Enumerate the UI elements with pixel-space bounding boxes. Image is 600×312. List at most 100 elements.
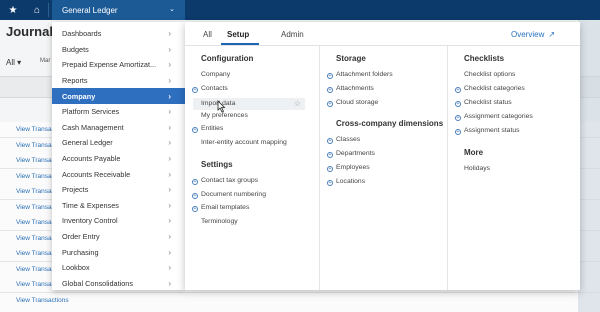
more-label: Holidays <box>464 165 491 172</box>
configuration-link[interactable]: Company <box>201 71 230 78</box>
section-title-cross-company-dimensions: Cross-company dimensions <box>336 119 444 128</box>
menu-item[interactable]: Company › <box>52 88 185 104</box>
application-menu-button[interactable]: General Ledger ⌄ <box>52 0 185 20</box>
menu-item[interactable]: Global Consolidations › <box>52 276 185 290</box>
add-circle-icon[interactable]: + <box>192 192 198 199</box>
menu-item-label: Time & Expenses <box>62 200 119 210</box>
dimension-link[interactable]: + Departments <box>327 150 375 158</box>
chevron-right-icon: › <box>168 60 171 70</box>
menu-item[interactable]: Dashboards › <box>52 26 185 42</box>
favorite-star-icon[interactable]: ☆ <box>294 98 301 110</box>
star-icon[interactable]: ★ <box>2 0 24 20</box>
configuration-link[interactable]: Import data ☆ <box>193 98 305 111</box>
chevron-right-icon: › <box>168 107 171 117</box>
add-circle-icon[interactable]: + <box>192 179 198 185</box>
settings-link[interactable]: + Email templates <box>192 204 250 213</box>
menu-item[interactable]: Projects › <box>52 182 185 198</box>
storage-link[interactable]: + Cloud storage <box>327 99 378 107</box>
chevron-right-icon: › <box>168 169 171 179</box>
settings-label: Contact tax groups <box>201 177 259 184</box>
menu-item[interactable]: Inventory Control › <box>52 213 185 229</box>
add-circle-icon[interactable]: + <box>455 129 461 135</box>
dimension-label: Employees <box>336 164 370 171</box>
dimension-link[interactable]: + Locations <box>327 178 365 186</box>
add-circle-icon[interactable]: + <box>327 73 333 79</box>
add-circle-icon[interactable]: + <box>327 166 333 172</box>
checklist-link[interactable]: + Assignment categories <box>455 113 533 121</box>
menu-item[interactable]: Platform Services › <box>52 104 185 120</box>
checklist-link[interactable]: + Checklist categories <box>455 85 525 93</box>
menu-item[interactable]: Accounts Receivable › <box>52 166 185 182</box>
configuration-label: Entities <box>201 125 224 133</box>
add-circle-icon[interactable]: + <box>327 152 333 158</box>
menu-item[interactable]: Cash Management › <box>52 120 185 136</box>
menu-item[interactable]: Time & Expenses › <box>52 198 185 214</box>
settings-link[interactable]: + Contact tax groups <box>192 177 259 185</box>
add-circle-icon[interactable]: + <box>327 138 333 144</box>
add-circle-icon[interactable]: + <box>455 115 461 121</box>
menu-item[interactable]: Budgets › <box>52 42 185 58</box>
checklist-label: Assignment status <box>464 127 520 134</box>
more-link[interactable]: Holidays <box>464 165 490 172</box>
section-title-more: More <box>464 148 484 157</box>
menu-item[interactable]: Purchasing › <box>52 244 185 260</box>
tab-setup[interactable]: Setup <box>227 30 249 39</box>
chevron-right-icon: › <box>168 138 171 148</box>
menu-item[interactable]: Accounts Payable › <box>52 151 185 167</box>
menu-item-label: Global Consolidations <box>62 278 133 288</box>
tab-all[interactable]: All <box>203 30 212 39</box>
chevron-right-icon: › <box>168 200 171 210</box>
external-link-icon: ↗ <box>548 30 556 39</box>
settings-link[interactable]: Terminology <box>201 218 238 225</box>
add-circle-icon[interactable]: + <box>327 101 333 107</box>
menu-item[interactable]: Prepaid Expense Amortizat... › <box>52 57 185 73</box>
menu-item-label: Dashboards <box>62 29 102 39</box>
home-icon[interactable]: ⌂ <box>26 0 48 20</box>
active-tab-indicator <box>221 43 259 45</box>
chevron-right-icon: › <box>168 247 171 257</box>
menu-item[interactable]: Order Entry › <box>52 229 185 245</box>
chevron-right-icon: › <box>168 263 171 273</box>
filter-all-dropdown[interactable]: All ▾ <box>6 58 21 67</box>
add-circle-icon[interactable]: + <box>192 206 198 213</box>
top-navigation-bar: ★ ⌂ General Ledger ⌄ <box>0 0 600 20</box>
configuration-link[interactable]: + Contacts <box>192 85 228 93</box>
dimension-link[interactable]: + Classes <box>327 136 360 144</box>
column-checklists: Checklists Checklist options + Checklist c… <box>447 46 580 290</box>
settings-label: Email templates <box>201 204 250 212</box>
overview-link[interactable]: Overview ↗ <box>511 30 555 39</box>
add-circle-icon[interactable]: + <box>455 101 461 107</box>
dimension-label: Departments <box>336 150 375 157</box>
checklist-link[interactable]: Checklist options <box>464 71 515 78</box>
chevron-right-icon: › <box>168 91 171 101</box>
dimension-link[interactable]: + Employees <box>327 164 370 172</box>
view-transactions-link[interactable]: View Transactions <box>16 297 69 304</box>
background-right-panel <box>578 20 600 312</box>
configuration-link[interactable]: Inter-entity account mapping <box>201 139 287 146</box>
menu-item[interactable]: Reports › <box>52 73 185 89</box>
add-circle-icon[interactable]: + <box>455 87 461 93</box>
chevron-right-icon: › <box>168 122 171 132</box>
overview-label: Overview <box>511 30 545 39</box>
panel-tabs: All Setup Admin Overview ↗ <box>185 22 580 46</box>
checklist-link[interactable]: + Checklist status <box>455 99 512 107</box>
settings-link[interactable]: + Document numbering <box>192 191 266 199</box>
add-circle-icon[interactable]: + <box>192 127 198 134</box>
add-circle-icon[interactable]: + <box>192 86 198 93</box>
tab-admin[interactable]: Admin <box>281 30 304 39</box>
checklist-link[interactable]: + Assignment status <box>455 127 520 135</box>
configuration-link[interactable]: + Entities <box>192 125 224 134</box>
configuration-label: Inter-entity account mapping <box>201 139 287 146</box>
menu-item-label: Projects <box>62 185 89 195</box>
menu-item-label: Purchasing <box>62 247 99 257</box>
storage-link[interactable]: + Attachment folders <box>327 71 393 79</box>
table-row: View Transactions <box>0 292 600 309</box>
storage-link[interactable]: + Attachments <box>327 85 374 93</box>
menu-item[interactable]: Lookbox › <box>52 260 185 276</box>
menu-item-label: Inventory Control <box>62 216 118 226</box>
menu-item[interactable]: General Ledger › <box>52 135 185 151</box>
add-circle-icon[interactable]: + <box>327 180 333 186</box>
mouse-cursor-icon <box>217 100 226 113</box>
add-circle-icon[interactable]: + <box>327 87 333 93</box>
checklist-label: Checklist categories <box>464 85 525 92</box>
